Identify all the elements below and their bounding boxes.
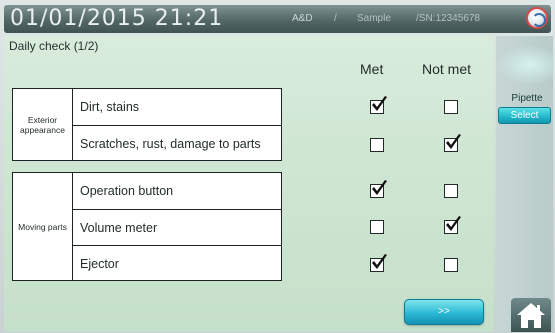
not-met-checkbox[interactable] — [444, 258, 458, 272]
met-checkbox[interactable] — [370, 220, 384, 234]
group-exterior-appearance: Exterior appearance Dirt, stains Scratch… — [12, 88, 282, 161]
column-header-met: Met — [360, 61, 384, 77]
not-met-checkbox[interactable] — [444, 216, 461, 234]
header-bar: 01/01/2015 21:21 A&D / Sample /SN:123456… — [4, 5, 551, 33]
check-item-label: Ejector — [80, 256, 119, 271]
met-checkbox[interactable] — [370, 96, 387, 114]
lifebuoy-icon[interactable] — [526, 7, 548, 29]
check-row: Ejector — [73, 245, 281, 281]
not-met-checkbox[interactable] — [444, 134, 461, 152]
check-mark-icon — [372, 254, 387, 269]
check-item-label: Dirt, stains — [80, 100, 140, 114]
group-moving-parts: Moving parts Operation button Volume met… — [12, 172, 282, 281]
not-met-checkbox[interactable] — [444, 100, 458, 114]
check-mark-icon — [372, 96, 387, 111]
user-label: Sample — [357, 13, 391, 24]
not-met-checkbox[interactable] — [444, 184, 458, 198]
check-item-label: Volume meter — [80, 220, 158, 235]
serial-number: /SN:12345678 — [416, 13, 480, 24]
check-item-label: Scratches, rust, damage to parts — [80, 136, 261, 151]
checklist-panel: Daily check (1/2) Met Not met Exterior a… — [4, 36, 494, 332]
check-mark-icon — [446, 216, 461, 231]
check-row: Dirt, stains — [73, 89, 281, 125]
brand-label: A&D — [292, 13, 313, 24]
home-icon — [517, 303, 545, 328]
check-mark-icon — [372, 180, 387, 195]
check-row: Volume meter — [73, 209, 281, 245]
side-highlight — [496, 45, 553, 85]
next-page-button[interactable]: >> — [404, 299, 484, 325]
page-title: Daily check (1/2) — [9, 39, 99, 53]
check-item-label: Operation button — [80, 184, 174, 198]
check-row: Scratches, rust, damage to parts — [73, 125, 281, 161]
check-mark-icon — [446, 134, 461, 149]
met-checkbox[interactable] — [370, 254, 387, 272]
device-screen: 01/01/2015 21:21 A&D / Sample /SN:123456… — [0, 0, 555, 333]
check-row: Operation button — [73, 173, 281, 209]
home-button[interactable] — [511, 298, 551, 332]
header-separator: / — [334, 13, 337, 24]
pipette-label: Pipette — [511, 93, 543, 104]
met-checkbox[interactable] — [370, 138, 384, 152]
group-label: Moving parts — [13, 173, 73, 280]
pipette-select-button[interactable]: Select — [498, 107, 551, 124]
group-label: Exterior appearance — [13, 89, 73, 160]
met-checkbox[interactable] — [370, 180, 387, 198]
column-header-not-met: Not met — [422, 61, 472, 77]
datetime: 01/01/2015 21:21 — [10, 6, 224, 31]
